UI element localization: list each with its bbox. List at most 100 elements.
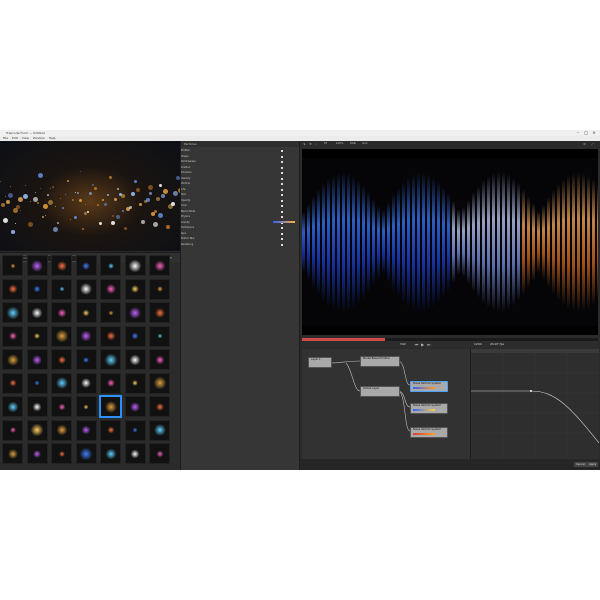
property-checkbox[interactable]	[281, 172, 283, 174]
preset-thumbnail[interactable]	[26, 349, 48, 370]
preset-thumbnail[interactable]	[26, 443, 48, 464]
preset-thumbnail[interactable]	[75, 255, 97, 276]
preset-thumbnail[interactable]	[75, 349, 97, 370]
preset-thumbnail[interactable]	[75, 302, 97, 323]
property-checkbox[interactable]	[281, 155, 283, 158]
cancel-button[interactable]: Cancel	[574, 462, 587, 467]
viewer-zoom-label[interactable]: 100%	[336, 141, 343, 147]
node-particle-system-3[interactable]: Noise Particle System	[410, 427, 448, 438]
menu-file[interactable]: File	[3, 136, 8, 140]
preset-thumbnail[interactable]	[124, 396, 146, 417]
curve-graph-editor[interactable]	[470, 349, 599, 459]
property-row[interactable]: Shape	[181, 155, 299, 159]
preset-thumbnail[interactable]	[149, 443, 170, 464]
preset-thumbnail[interactable]	[26, 302, 48, 323]
preset-thumbnail[interactable]	[149, 349, 170, 370]
viewport-canvas[interactable]	[302, 158, 598, 326]
node-particle-system-1[interactable]: Noise Particle System	[410, 381, 448, 392]
property-checkbox[interactable]	[281, 177, 283, 180]
preset-thumbnail[interactable]	[124, 278, 146, 300]
preset-thumbnail[interactable]	[149, 372, 170, 394]
pan-tool-icon[interactable]: ✥	[308, 141, 313, 147]
property-row[interactable]: Rendering	[181, 243, 299, 247]
property-row[interactable]: Velocity	[181, 177, 299, 181]
property-checkbox[interactable]	[281, 183, 283, 185]
preset-thumbnail[interactable]	[124, 302, 146, 323]
preset-thumbnail[interactable]	[2, 419, 23, 441]
skip-forward-icon[interactable]: ⏭	[426, 342, 431, 347]
preset-thumbnail[interactable]	[51, 325, 72, 347]
property-row[interactable]: Position	[181, 166, 299, 170]
menu-edit[interactable]: Edit	[12, 136, 18, 140]
preset-thumbnail[interactable]	[2, 349, 23, 370]
play-icon[interactable]: ▶	[420, 342, 425, 347]
preset-thumbnail[interactable]	[149, 396, 170, 417]
preset-thumbnail[interactable]	[100, 396, 121, 417]
preset-thumbnail[interactable]	[100, 349, 121, 370]
preset-thumbnail[interactable]	[2, 443, 23, 464]
preset-thumbnail[interactable]	[124, 443, 146, 464]
menu-view[interactable]: View	[22, 136, 29, 140]
property-row[interactable]: Color	[181, 204, 299, 208]
preset-thumbnail[interactable]	[51, 278, 72, 300]
property-row[interactable]: Size	[181, 193, 299, 197]
property-checkbox[interactable]	[281, 150, 283, 152]
select-tool-icon[interactable]: ⬉	[302, 141, 307, 147]
property-checkbox[interactable]	[281, 188, 283, 191]
property-row[interactable]: Particles/sec	[181, 160, 299, 164]
preset-thumbnail[interactable]	[124, 349, 146, 370]
property-row[interactable]: Direction	[181, 171, 299, 175]
property-checkbox[interactable]	[281, 199, 283, 202]
property-checkbox[interactable]	[281, 161, 283, 163]
preset-thumbnail[interactable]	[2, 255, 23, 276]
preset-thumbnail[interactable]	[100, 443, 121, 464]
viewer-grid-label[interactable]: Grid	[362, 141, 367, 147]
preset-thumbnail[interactable]	[26, 419, 48, 441]
preset-thumbnail[interactable]	[75, 443, 97, 464]
zoom-tool-icon[interactable]: ⌕	[314, 141, 319, 147]
property-checkbox[interactable]	[281, 166, 283, 169]
preset-thumbnail[interactable]	[124, 419, 146, 441]
preset-thumbnail[interactable]	[100, 255, 121, 276]
preset-thumbnail[interactable]	[51, 255, 72, 276]
preset-thumbnail[interactable]	[26, 396, 48, 417]
skip-back-icon[interactable]: ⏮	[414, 342, 419, 347]
property-row[interactable]: Blend Mode	[181, 210, 299, 214]
node-particle-system-2[interactable]: Noise Particle System	[410, 403, 448, 414]
property-checkbox[interactable]	[281, 216, 283, 218]
preset-thumbnail[interactable]	[51, 419, 72, 441]
property-checkbox[interactable]	[281, 227, 283, 229]
preset-thumbnail[interactable]	[149, 325, 170, 347]
property-row[interactable]: Motion Blur	[181, 237, 299, 241]
node-layer[interactable]: Layer 1	[308, 357, 332, 368]
property-row[interactable]: Physics	[181, 215, 299, 219]
preset-thumbnail[interactable]	[100, 302, 121, 323]
property-checkbox[interactable]	[281, 194, 283, 196]
node-global-layer[interactable]: Global Layer	[360, 386, 400, 397]
preset-thumbnail[interactable]	[26, 325, 48, 347]
timeline[interactable]: ⏮ ▶ ⏭ 342 1204 29.97 fps	[302, 338, 598, 348]
node-editor[interactable]: Layer 1 Model Based Emitter Global Layer…	[302, 349, 470, 469]
property-checkbox[interactable]	[281, 238, 283, 240]
preset-thumbnail[interactable]	[100, 419, 121, 441]
preset-thumbnail[interactable]	[100, 372, 121, 394]
preset-thumbnail[interactable]	[2, 302, 23, 323]
render-viewer[interactable]	[302, 149, 598, 335]
property-row[interactable]: Turbulence	[181, 226, 299, 230]
viewer-fit-label[interactable]: Fit	[324, 141, 327, 147]
preset-thumbnail[interactable]	[26, 278, 48, 300]
color-gradient-swatch[interactable]	[273, 221, 295, 223]
viewer-channel-label[interactable]: RGB	[350, 141, 356, 147]
property-checkbox[interactable]	[281, 232, 283, 235]
preset-thumbnail[interactable]	[26, 255, 48, 276]
preset-thumbnail[interactable]	[51, 443, 72, 464]
preset-thumbnail[interactable]	[149, 278, 170, 300]
fullscreen-icon[interactable]: ⤢	[590, 141, 595, 147]
preset-thumbnail[interactable]	[149, 255, 170, 276]
property-checkbox[interactable]	[281, 210, 283, 213]
preset-thumbnail[interactable]	[51, 302, 72, 323]
preset-thumbnail[interactable]	[124, 255, 146, 276]
preset-thumbnail[interactable]	[51, 372, 72, 394]
preset-thumbnail[interactable]	[2, 396, 23, 417]
property-row[interactable]: Emitter	[181, 149, 299, 153]
